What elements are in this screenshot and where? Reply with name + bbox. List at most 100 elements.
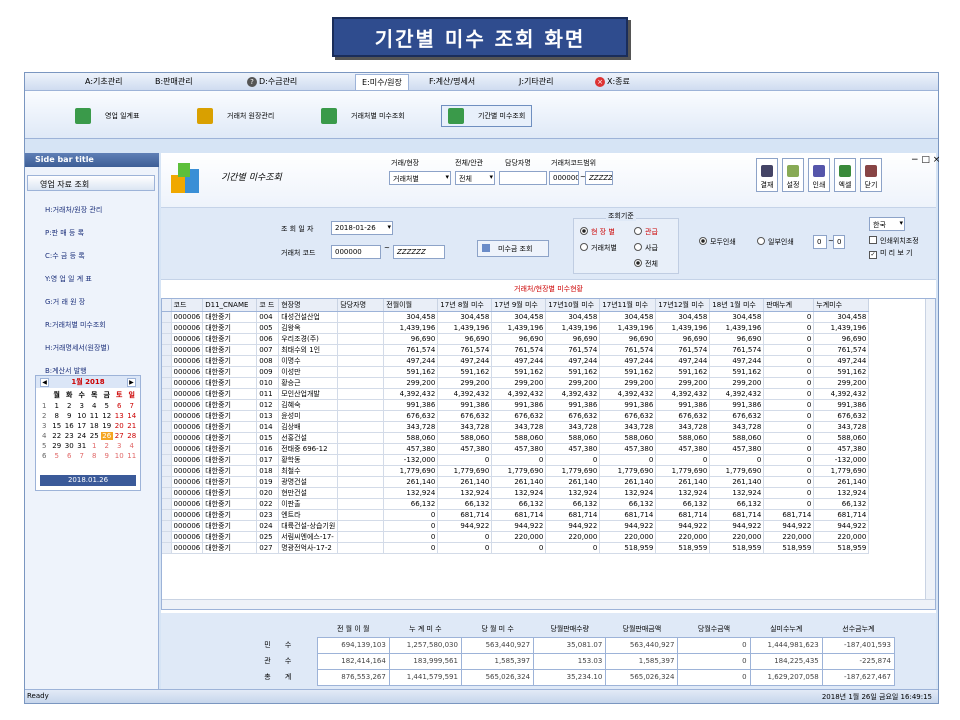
table-cell[interactable]: 대한중기 [202, 454, 258, 466]
column-header[interactable]: 누계미수 [813, 299, 870, 312]
table-cell[interactable]: 299,200 [599, 377, 657, 389]
criteria-radio-3[interactable]: 사급 [634, 243, 658, 253]
table-cell[interactable]: 588,060 [813, 432, 870, 444]
table-cell[interactable]: 761,574 [813, 344, 870, 356]
table-cell[interactable] [337, 498, 385, 510]
table-cell[interactable]: 0 [763, 498, 815, 510]
table-cell[interactable]: 304,458 [709, 311, 765, 323]
table-cell[interactable]: 대한중기 [202, 542, 258, 554]
table-cell[interactable]: 304,458 [491, 311, 547, 323]
table-cell[interactable]: 0 [763, 443, 815, 455]
table-cell[interactable]: 모인산업개발 [278, 388, 339, 400]
table-cell[interactable]: 황승근 [278, 377, 339, 389]
table-cell[interactable]: 588,060 [491, 432, 547, 444]
table-cell[interactable]: 0 [763, 322, 815, 334]
table-cell[interactable]: 518,959 [599, 542, 657, 554]
table-cell[interactable]: 000006 [171, 344, 204, 356]
table-cell[interactable]: 457,380 [437, 443, 493, 455]
table-cell[interactable]: 304,458 [383, 311, 439, 323]
table-cell[interactable]: 4,392,432 [655, 388, 711, 400]
calendar-day[interactable]: 2 [101, 442, 114, 450]
calendar-day[interactable]: 26 [100, 432, 113, 440]
table-cell[interactable]: 황학동 [278, 454, 339, 466]
table-cell[interactable] [337, 388, 385, 400]
calendar-day[interactable]: 4 [88, 402, 101, 410]
table-cell[interactable]: 304,458 [599, 311, 657, 323]
table-cell[interactable]: 497,244 [545, 355, 601, 367]
table-cell[interactable]: 299,200 [437, 377, 493, 389]
table-cell[interactable]: 이판출 [278, 498, 339, 510]
table-cell[interactable]: 66,132 [437, 498, 493, 510]
row-header[interactable] [162, 388, 172, 400]
table-cell[interactable]: 4,392,432 [709, 388, 765, 400]
column-header[interactable]: 17년12월 미수 [655, 299, 711, 312]
table-cell[interactable]: 017 [256, 454, 280, 466]
preview-checkbox[interactable]: 미 리 보 기 [869, 248, 912, 259]
table-cell[interactable] [337, 311, 385, 323]
table-cell[interactable]: 대한중기 [202, 355, 258, 367]
type-select[interactable]: 거래처별 [389, 171, 451, 185]
scope-select[interactable]: 전체 [455, 171, 495, 185]
table-cell[interactable]: 000006 [171, 322, 204, 334]
table-cell[interactable]: 000006 [171, 509, 204, 521]
table-cell[interactable]: 96,690 [545, 333, 601, 345]
table-cell[interactable]: 497,244 [655, 355, 711, 367]
table-cell[interactable]: 66,132 [709, 498, 765, 510]
row-header[interactable] [162, 465, 172, 477]
table-cell[interactable]: 66,132 [383, 498, 439, 510]
table-row[interactable]: 000006 대한중기 017 황학동 -132,000 0 0 0 0 0 0 0 -132,000 [162, 454, 870, 466]
table-cell[interactable]: 591,162 [437, 366, 493, 378]
toolbar-button-1[interactable]: 거래처 원장관리 [197, 105, 274, 127]
column-header[interactable]: 코 드 [256, 299, 280, 312]
row-header[interactable] [162, 476, 172, 488]
table-row[interactable]: 000006 대한중기 027 명광전억사-17-2 0 0 0 0 518,959 518,95… [162, 542, 870, 554]
table-cell[interactable] [337, 322, 385, 334]
calendar-day[interactable]: 28 [126, 432, 139, 440]
table-cell[interactable]: 457,380 [813, 443, 870, 455]
row-header[interactable] [162, 311, 172, 323]
table-cell[interactable]: 022 [256, 498, 280, 510]
table-cell[interactable]: 대한중기 [202, 421, 258, 433]
table-cell[interactable]: 018 [256, 465, 280, 477]
table-row[interactable]: 000006 대한중기 005 김왕옥 1,439,196 1,439,196 1,439,… [162, 322, 870, 334]
table-cell[interactable]: 005 [256, 322, 280, 334]
table-cell[interactable] [337, 487, 385, 499]
table-cell[interactable]: 681,714 [655, 509, 711, 521]
table-cell[interactable]: 대한중기 [202, 311, 258, 323]
query-button[interactable]: 미수금 조회 [477, 240, 549, 257]
table-cell[interactable]: 991,386 [709, 399, 765, 411]
table-cell[interactable]: 457,380 [545, 443, 601, 455]
calendar-day[interactable]: 6 [113, 402, 126, 410]
table-cell[interactable]: 991,386 [383, 399, 439, 411]
menu-4[interactable]: F:계산/명세서 [429, 76, 475, 87]
row-header[interactable] [162, 410, 172, 422]
table-cell[interactable]: 343,728 [813, 421, 870, 433]
table-cell[interactable]: 304,458 [655, 311, 711, 323]
table-cell[interactable]: 681,714 [437, 509, 493, 521]
table-cell[interactable]: 457,380 [655, 443, 711, 455]
table-cell[interactable]: 000006 [171, 410, 204, 422]
table-cell[interactable]: 304,458 [437, 311, 493, 323]
table-cell[interactable]: 0 [763, 344, 815, 356]
table-row[interactable]: 000006 대한중기 013 윤성미 676,632 676,632 676,632 676… [162, 410, 870, 422]
row-header[interactable] [162, 366, 172, 378]
header-button-1[interactable]: 설정 [782, 158, 804, 192]
calendar-day[interactable]: 10 [76, 412, 89, 420]
table-cell[interactable]: 261,140 [491, 476, 547, 488]
table-cell[interactable]: 761,574 [709, 344, 765, 356]
toolbar-button-0[interactable]: 영업 일계표 [75, 105, 139, 127]
table-cell[interactable]: 261,140 [383, 476, 439, 488]
table-row[interactable]: 000006 대한중기 018 최철수 1,779,690 1,779,690 1,779,… [162, 465, 870, 477]
table-cell[interactable]: 0 [491, 454, 547, 466]
table-cell[interactable]: 1,779,690 [813, 465, 870, 477]
table-cell[interactable]: 761,574 [383, 344, 439, 356]
table-cell[interactable]: 220,000 [813, 531, 870, 543]
table-cell[interactable]: 66,132 [491, 498, 547, 510]
language-select[interactable]: 한국 [869, 217, 905, 231]
table-cell[interactable]: 676,632 [545, 410, 601, 422]
table-cell[interactable]: 대한중기 [202, 520, 258, 532]
calendar-day[interactable]: 2 [63, 402, 76, 410]
table-cell[interactable]: 0 [545, 542, 601, 554]
table-cell[interactable]: 588,060 [655, 432, 711, 444]
table-cell[interactable]: 004 [256, 311, 280, 323]
